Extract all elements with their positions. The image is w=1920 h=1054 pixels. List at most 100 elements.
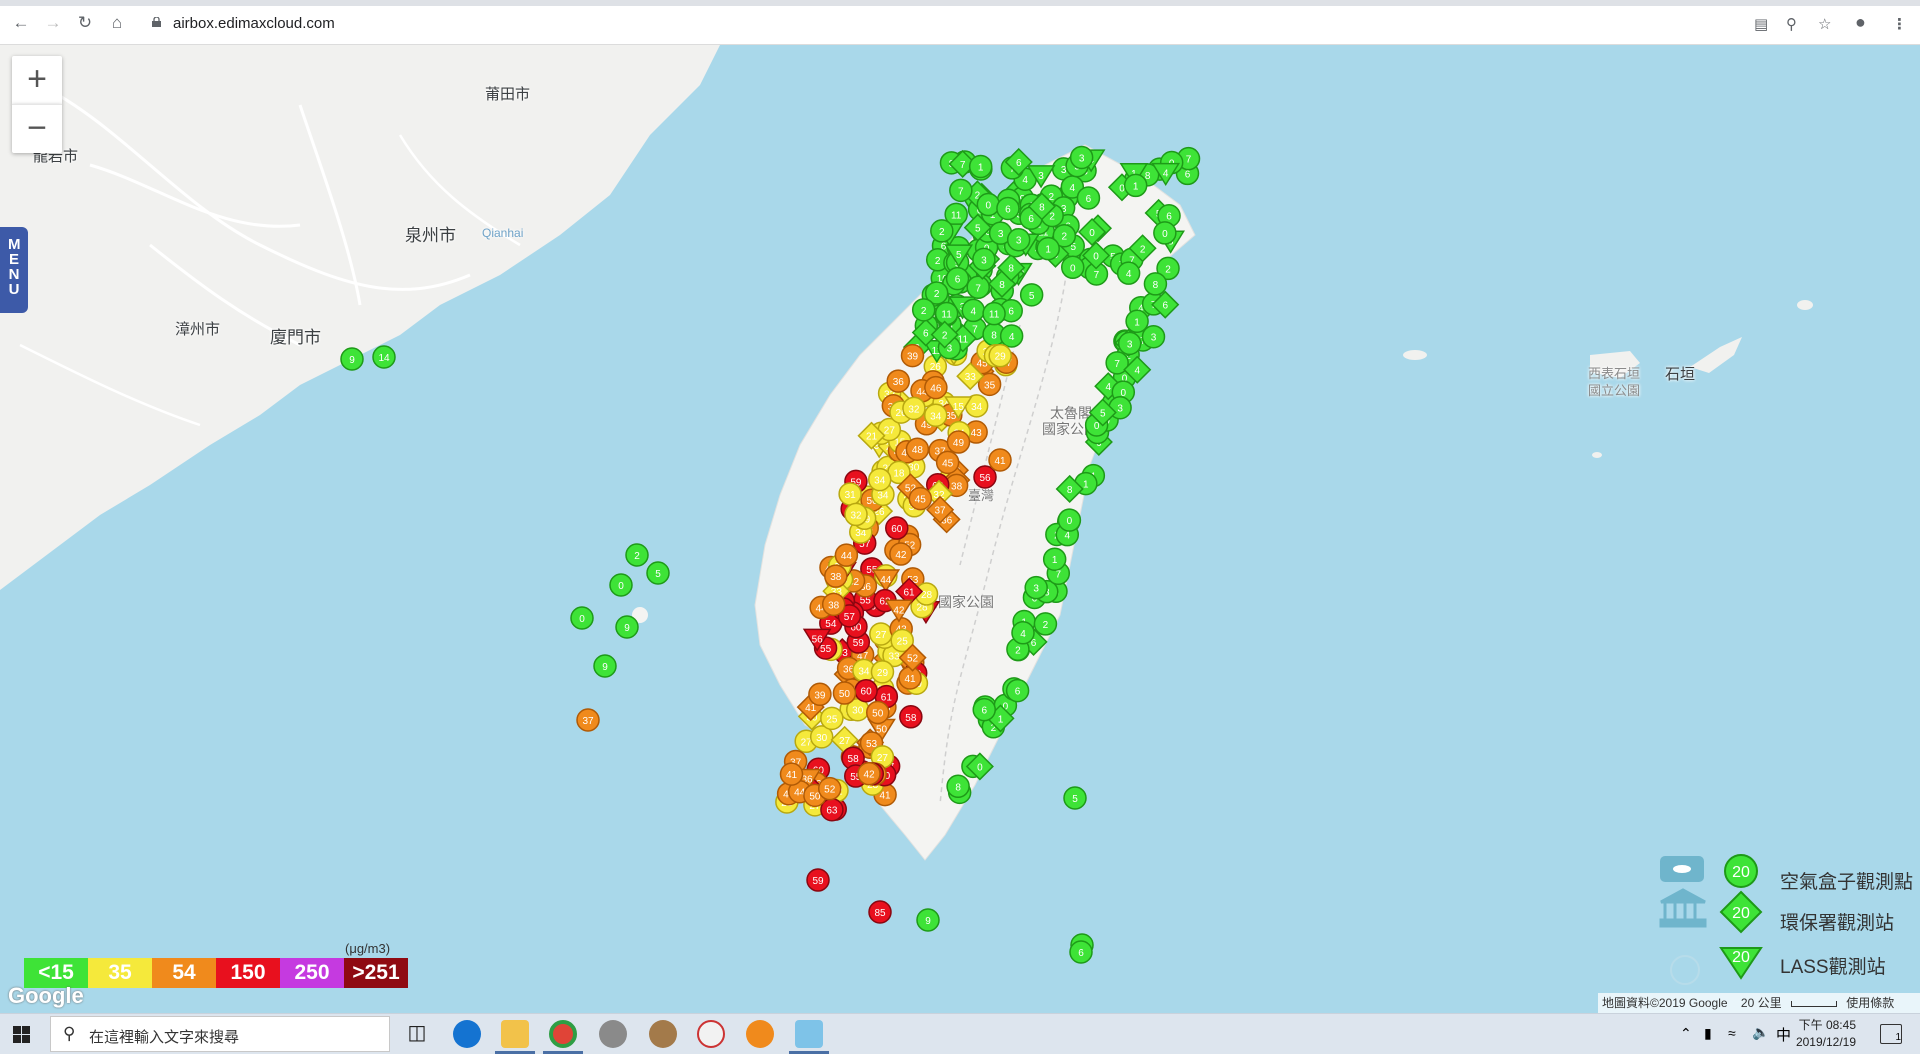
sensor-marker[interactable]: 1 — [1123, 173, 1148, 198]
task-view-icon[interactable]: ◫ — [403, 1020, 431, 1048]
sensor-marker[interactable]: 34 — [867, 467, 892, 492]
edge-browser-icon[interactable] — [453, 1020, 481, 1048]
sensor-marker[interactable]: 58 — [899, 705, 923, 729]
sensor-marker[interactable]: 3 — [1069, 145, 1094, 170]
sensor-marker[interactable]: 1 — [1042, 547, 1067, 571]
sensor-marker[interactable]: 4 — [1011, 621, 1035, 645]
blender-icon[interactable] — [746, 1020, 774, 1048]
map-canvas[interactable]: 莆田市 龍岩市 泉州市 Qianhai 漳州市 廈門市 西表石垣 國立公園 石垣… — [0, 45, 1920, 1013]
sensor-marker[interactable]: 29 — [988, 343, 1012, 368]
sensor-marker[interactable]: 36 — [886, 369, 911, 393]
sensor-marker[interactable]: 38 — [824, 564, 848, 588]
sensor-marker[interactable]: 6 — [1005, 678, 1030, 703]
sensor-marker[interactable]: 41 — [779, 762, 804, 786]
sensor-marker[interactable]: 29 — [870, 660, 895, 684]
sensor-marker[interactable]: 6 — [945, 266, 970, 291]
sensor-marker[interactable]: 32 — [902, 396, 926, 421]
terms-link[interactable]: 使用條款 — [1846, 996, 1894, 1010]
sensor-marker[interactable]: 3 — [1141, 324, 1166, 349]
profile-icon[interactable]: ● — [1855, 12, 1866, 33]
file-explorer-icon[interactable] — [501, 1020, 529, 1048]
paint-app-icon[interactable] — [697, 1020, 725, 1048]
sensor-marker[interactable]: 50 — [832, 681, 857, 705]
sensor-marker[interactable]: 6 — [1076, 186, 1101, 210]
sensor-marker[interactable]: 25 — [820, 706, 844, 731]
sensor-marker[interactable]: 46 — [924, 375, 948, 400]
sensor-marker[interactable]: 44 — [834, 543, 859, 567]
translate-icon[interactable]: ▤ — [1754, 15, 1768, 33]
notification-center-icon[interactable]: 1 — [1880, 1024, 1902, 1044]
sensor-marker[interactable]: 6 — [1069, 940, 1093, 964]
sensor-marker[interactable]: 2 — [625, 543, 649, 567]
sensor-marker[interactable]: 9 — [615, 615, 639, 639]
sensor-marker[interactable]: 45 — [908, 486, 933, 511]
sensor-marker[interactable]: 7 — [949, 178, 973, 203]
windows-start-icon[interactable] — [13, 1026, 30, 1043]
sensor-marker[interactable]: 2 — [930, 219, 954, 243]
sensor-marker[interactable]: 32 — [844, 502, 868, 527]
sensor-marker[interactable]: 2 — [911, 298, 936, 322]
sensor-marker[interactable]: 39 — [900, 343, 925, 368]
sensor-marker[interactable]: 37 — [576, 708, 600, 732]
sensor-marker[interactable]: 1 — [968, 154, 993, 179]
sensor-marker[interactable]: 41 — [988, 448, 1012, 472]
sensor-marker[interactable]: 3 — [972, 247, 996, 272]
home-icon[interactable]: ⌂ — [108, 14, 126, 32]
sensor-marker[interactable]: 4 — [999, 324, 1024, 348]
sensor-marker[interactable]: 41 — [898, 666, 922, 690]
sensor-marker[interactable]: 85 — [868, 900, 892, 924]
sensor-marker[interactable]: 6 — [972, 697, 996, 722]
compass-app-icon[interactable] — [599, 1020, 627, 1048]
sensor-marker[interactable]: 11 — [982, 301, 1006, 326]
sensor-marker[interactable]: 4 — [961, 298, 986, 323]
sensor-marker[interactable]: 5 — [646, 561, 670, 585]
sensor-marker[interactable]: 14 — [372, 345, 396, 369]
sensor-marker[interactable]: 0 — [1060, 255, 1085, 280]
scale-label[interactable]: 20 公里 — [1741, 996, 1782, 1010]
sensor-marker[interactable]: 49 — [946, 430, 971, 454]
sensor-marker[interactable]: 1 — [1036, 236, 1060, 261]
volume-icon[interactable]: 🔈 — [1752, 1024, 1769, 1041]
google-logo[interactable]: Google — [8, 983, 84, 1009]
sensor-marker[interactable]: 2 — [1033, 612, 1058, 636]
sensor-marker[interactable]: 42 — [857, 761, 881, 786]
sensor-marker[interactable]: 3 — [1006, 227, 1031, 252]
sensor-marker[interactable]: 8 — [946, 774, 970, 799]
battery-icon[interactable]: ▮ — [1704, 1025, 1712, 1042]
sensor-marker[interactable]: 31 — [838, 482, 862, 506]
sensor-marker[interactable]: 5 — [1019, 283, 1044, 307]
sensor-marker[interactable]: 9 — [340, 347, 364, 371]
sensor-marker[interactable]: 0 — [570, 606, 594, 630]
back-icon[interactable]: ← — [12, 14, 30, 32]
reload-icon[interactable]: ↻ — [76, 14, 94, 32]
url-text[interactable]: airbox.edimaxcloud.com — [173, 15, 335, 32]
sensor-marker[interactable]: 7 — [966, 275, 990, 300]
sensor-marker[interactable]: 60 — [885, 516, 909, 540]
sensor-marker[interactable]: 5 — [1063, 786, 1087, 810]
sensor-marker[interactable]: 0 — [1057, 508, 1082, 532]
sensor-marker[interactable]: 59 — [806, 868, 830, 892]
sensor-marker[interactable]: 3 — [1117, 331, 1142, 356]
sensor-marker[interactable]: 6 — [996, 196, 1020, 221]
ime-indicator[interactable]: 中 — [1776, 1024, 1791, 1045]
sensor-marker[interactable]: 45 — [935, 450, 960, 475]
taskbar-clock[interactable]: 下午 08:45 2019/12/19 — [1794, 1017, 1856, 1051]
sensor-marker[interactable]: 52 — [817, 776, 842, 801]
sensor-marker[interactable]: 0 — [609, 573, 633, 597]
sensor-marker[interactable]: 4 — [1116, 261, 1141, 285]
chrome-icon[interactable] — [549, 1020, 577, 1048]
zoom-out-button[interactable]: − — [12, 104, 62, 153]
wifi-icon[interactable]: ≈ — [1728, 1025, 1736, 1041]
tray-overflow-icon[interactable]: ⌃ — [1680, 1025, 1692, 1042]
sensor-marker[interactable]: 50 — [865, 700, 890, 725]
zoom-in-button[interactable]: + — [12, 56, 62, 104]
forward-icon[interactable]: → — [44, 14, 62, 32]
sensor-marker[interactable]: 38 — [821, 592, 846, 617]
file-transfer-icon[interactable] — [795, 1020, 823, 1048]
sensor-marker[interactable]: 60 — [854, 678, 878, 703]
menu-button[interactable]: MENU — [0, 227, 28, 313]
sensor-marker[interactable]: 34 — [923, 403, 948, 428]
sensor-marker[interactable]: 3 — [1024, 575, 1048, 600]
sensor-marker[interactable]: 8 — [1143, 272, 1168, 296]
sensor-marker[interactable]: 9 — [916, 908, 940, 932]
